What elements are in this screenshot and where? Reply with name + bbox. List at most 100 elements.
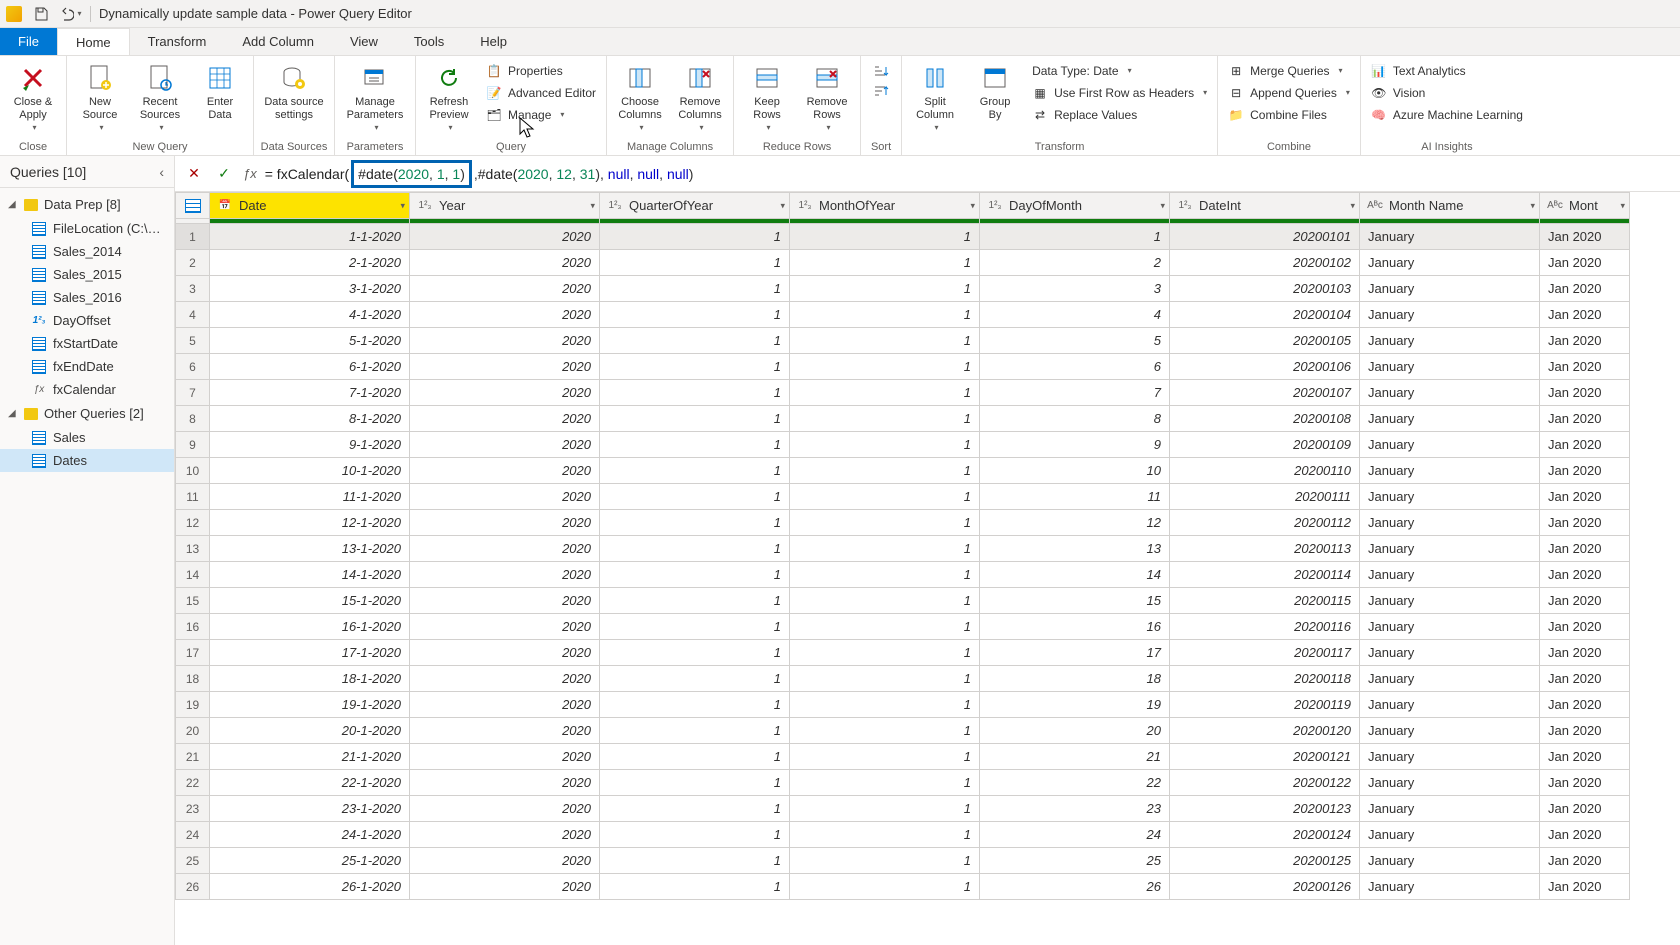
- table-row[interactable]: 1515-1-20202020111520200115JanuaryJan 20…: [176, 588, 1630, 614]
- cell[interactable]: January: [1360, 510, 1540, 536]
- advanced-editor-button[interactable]: 📝Advanced Editor: [480, 82, 602, 104]
- cell[interactable]: 1: [600, 614, 790, 640]
- cell[interactable]: 1: [600, 770, 790, 796]
- cell[interactable]: 23-1-2020: [210, 796, 410, 822]
- cell[interactable]: January: [1360, 666, 1540, 692]
- cell[interactable]: January: [1360, 406, 1540, 432]
- cell[interactable]: Jan 2020: [1540, 874, 1630, 900]
- table-row[interactable]: 11-1-2020202011120200101JanuaryJan 2020: [176, 224, 1630, 250]
- table-row[interactable]: 33-1-2020202011320200103JanuaryJan 2020: [176, 276, 1630, 302]
- row-number[interactable]: 13: [176, 536, 210, 562]
- cell[interactable]: 1: [600, 848, 790, 874]
- sort-asc-button[interactable]: [871, 62, 891, 82]
- cell[interactable]: 9-1-2020: [210, 432, 410, 458]
- table-row[interactable]: 66-1-2020202011620200106JanuaryJan 2020: [176, 354, 1630, 380]
- cell[interactable]: 1: [600, 432, 790, 458]
- cell[interactable]: 15: [980, 588, 1170, 614]
- manage-parameters-button[interactable]: Manage Parameters: [339, 58, 411, 136]
- cell[interactable]: 2020: [410, 744, 600, 770]
- cell[interactable]: 25: [980, 848, 1170, 874]
- cell[interactable]: January: [1360, 536, 1540, 562]
- table-row[interactable]: 1616-1-20202020111620200116JanuaryJan 20…: [176, 614, 1630, 640]
- cell[interactable]: 20200125: [1170, 848, 1360, 874]
- cell[interactable]: 20200115: [1170, 588, 1360, 614]
- cell[interactable]: 1: [600, 562, 790, 588]
- row-number[interactable]: 2: [176, 250, 210, 276]
- cell[interactable]: 1: [790, 718, 980, 744]
- row-number[interactable]: 11: [176, 484, 210, 510]
- cell[interactable]: 1: [790, 276, 980, 302]
- cell[interactable]: 20200123: [1170, 796, 1360, 822]
- table-row[interactable]: 1313-1-20202020111320200113JanuaryJan 20…: [176, 536, 1630, 562]
- cell[interactable]: 1: [600, 406, 790, 432]
- cell[interactable]: 20200114: [1170, 562, 1360, 588]
- append-queries-button[interactable]: ⊟Append Queries: [1222, 82, 1356, 104]
- cell[interactable]: 4-1-2020: [210, 302, 410, 328]
- enter-data-button[interactable]: Enter Data: [191, 58, 249, 125]
- cell[interactable]: 20: [980, 718, 1170, 744]
- cell[interactable]: 2020: [410, 484, 600, 510]
- tree-item[interactable]: ƒxfxCalendar: [0, 378, 174, 401]
- table-row[interactable]: 1818-1-20202020111820200118JanuaryJan 20…: [176, 666, 1630, 692]
- cell[interactable]: 1: [600, 822, 790, 848]
- cell[interactable]: 1: [790, 432, 980, 458]
- row-number[interactable]: 7: [176, 380, 210, 406]
- sort-desc-button[interactable]: [871, 82, 891, 102]
- cell[interactable]: 24-1-2020: [210, 822, 410, 848]
- column-header[interactable]: AᴮcMonth Name▾: [1360, 193, 1540, 219]
- table-row[interactable]: 99-1-2020202011920200109JanuaryJan 2020: [176, 432, 1630, 458]
- table-row[interactable]: 2222-1-20202020112220200122JanuaryJan 20…: [176, 770, 1630, 796]
- remove-columns-button[interactable]: Remove Columns: [671, 58, 729, 136]
- cell[interactable]: January: [1360, 796, 1540, 822]
- cell[interactable]: 20200118: [1170, 666, 1360, 692]
- row-number[interactable]: 16: [176, 614, 210, 640]
- table-row[interactable]: 1414-1-20202020111420200114JanuaryJan 20…: [176, 562, 1630, 588]
- cell[interactable]: Jan 2020: [1540, 380, 1630, 406]
- cell[interactable]: Jan 2020: [1540, 744, 1630, 770]
- column-filter-icon[interactable]: ▾: [1350, 200, 1355, 211]
- cell[interactable]: 6-1-2020: [210, 354, 410, 380]
- tab-tools[interactable]: Tools: [396, 28, 462, 55]
- tree-item[interactable]: Sales_2015: [0, 263, 174, 286]
- data-source-settings-button[interactable]: Data source settings: [258, 58, 330, 125]
- column-type-icon[interactable]: 1²₃: [606, 198, 624, 214]
- cell[interactable]: Jan 2020: [1540, 770, 1630, 796]
- cell[interactable]: 1: [600, 536, 790, 562]
- cell[interactable]: 22: [980, 770, 1170, 796]
- row-number[interactable]: 3: [176, 276, 210, 302]
- cell[interactable]: 10: [980, 458, 1170, 484]
- cell[interactable]: January: [1360, 588, 1540, 614]
- cell[interactable]: 2020: [410, 692, 600, 718]
- cell[interactable]: 11-1-2020: [210, 484, 410, 510]
- cell[interactable]: 2020: [410, 250, 600, 276]
- keep-rows-button[interactable]: Keep Rows: [738, 58, 796, 136]
- cell[interactable]: January: [1360, 848, 1540, 874]
- column-type-icon[interactable]: 1²₃: [1176, 198, 1194, 214]
- cell[interactable]: 1: [600, 796, 790, 822]
- cell[interactable]: 2020: [410, 718, 600, 744]
- table-row[interactable]: 2626-1-20202020112620200126JanuaryJan 20…: [176, 874, 1630, 900]
- column-header[interactable]: 1²₃MonthOfYear▾: [790, 193, 980, 219]
- cell[interactable]: 13: [980, 536, 1170, 562]
- choose-columns-button[interactable]: Choose Columns: [611, 58, 669, 136]
- cell[interactable]: 20200120: [1170, 718, 1360, 744]
- cell[interactable]: 1: [980, 224, 1170, 250]
- cell[interactable]: 20200121: [1170, 744, 1360, 770]
- cell[interactable]: 20200104: [1170, 302, 1360, 328]
- row-number[interactable]: 18: [176, 666, 210, 692]
- tab-transform[interactable]: Transform: [130, 28, 225, 55]
- cell[interactable]: 1: [790, 354, 980, 380]
- new-source-button[interactable]: New Source: [71, 58, 129, 136]
- column-filter-icon[interactable]: ▾: [590, 200, 595, 211]
- cell[interactable]: 1: [600, 510, 790, 536]
- collapse-panel-icon[interactable]: ‹: [159, 164, 164, 180]
- cell[interactable]: January: [1360, 770, 1540, 796]
- cell[interactable]: 12-1-2020: [210, 510, 410, 536]
- split-column-button[interactable]: Split Column: [906, 58, 964, 136]
- cell[interactable]: 1: [790, 666, 980, 692]
- cell[interactable]: 2020: [410, 510, 600, 536]
- cell[interactable]: January: [1360, 484, 1540, 510]
- cell[interactable]: 1: [790, 822, 980, 848]
- cell[interactable]: 13-1-2020: [210, 536, 410, 562]
- cell[interactable]: 20200107: [1170, 380, 1360, 406]
